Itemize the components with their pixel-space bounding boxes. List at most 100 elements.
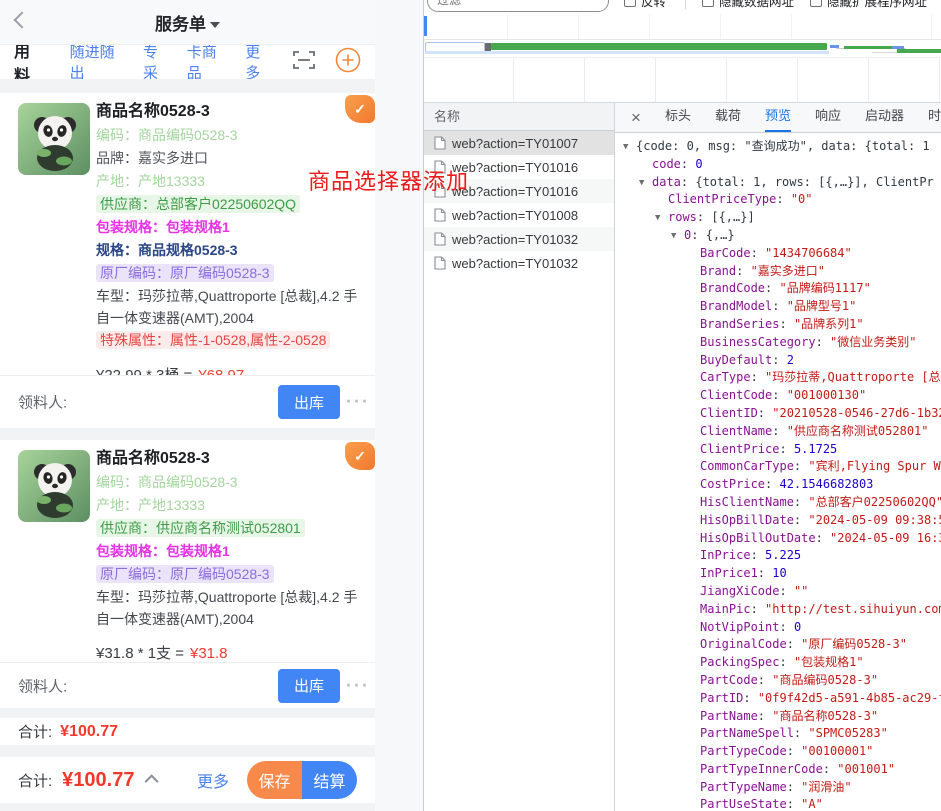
json-tree-line[interactable]: code0 [615, 156, 941, 174]
json-tree-line[interactable]: PackingSpec"包装规格1" [615, 654, 941, 672]
tab-headers[interactable]: 标头 [665, 103, 691, 132]
tab-initiator[interactable]: 启动器 [865, 103, 904, 132]
json-tree-line[interactable]: JiangXiCode"" [615, 583, 941, 601]
json-tree-line[interactable]: ▼data{total: 1, rows: [{,…}], ClientPr [615, 174, 941, 192]
checkbox-icon[interactable] [810, 0, 822, 7]
network-request-row[interactable]: web?action=TY01016 [424, 155, 614, 179]
json-tree-line[interactable]: Brand"嘉实多进口" [615, 263, 941, 281]
add-plus-icon[interactable] [335, 47, 361, 78]
json-tree-line[interactable]: ClientPrice5.1725 [615, 441, 941, 459]
outbound-button[interactable]: 出库 [278, 669, 340, 703]
json-tree-line[interactable]: ClientID"20210528-0546-27d6-1b32- [615, 405, 941, 423]
json-key: BrandSeries [700, 317, 794, 331]
json-tree-line[interactable]: ClientPriceType"0" [615, 191, 941, 209]
expand-arrow-icon[interactable]: ▼ [639, 175, 652, 192]
product-card-2[interactable]: ✓ 商品名称0528-3 编码：商品编码0528-3 产地：产地13333 供应… [0, 440, 375, 662]
overview-bar-green-3 [897, 49, 941, 53]
json-tree-line[interactable]: BrandCode"品牌编码1117" [615, 280, 941, 298]
json-tree-line[interactable]: PartTypeCode"00100001" [615, 743, 941, 761]
tab-link-suijinsuichu[interactable]: 随进随出 [70, 45, 129, 79]
json-tree-line[interactable]: BusinessCategory"微信业务类别" [615, 334, 941, 352]
screenshot-root: 服务单 用料 随进随出 专采 卡商品 更多 [0, 0, 941, 811]
json-tree-line[interactable]: NotVipPoint0 [615, 619, 941, 637]
json-tree-line[interactable]: HisOpBillOutDate"2024-05-09 16:38 [615, 530, 941, 548]
json-tree-line[interactable]: PartUseState"A" [615, 796, 941, 811]
outbound-button[interactable]: 出库 [278, 385, 340, 419]
json-value: "原厂编码0528-3" [801, 637, 907, 651]
more-dots-icon[interactable]: ··· [346, 392, 370, 413]
json-tree-line[interactable]: HisOpBillDate"2024-05-09 09:38:5 [615, 512, 941, 530]
network-request-row[interactable]: web?action=TY01008 [424, 203, 614, 227]
checkbox-label: 隐藏扩展程序网址 [827, 0, 927, 10]
json-value: "品牌编码1117" [779, 281, 870, 295]
json-tree-line[interactable]: PartTypeName"润滑油" [615, 779, 941, 797]
card-body: 商品名称0528-3 编码：商品编码0528-3 产地：产地13333 供应商：… [96, 440, 367, 662]
tab-preview[interactable]: 预览 [765, 103, 791, 132]
json-tree-line[interactable]: BarCode"1434706684" [615, 245, 941, 263]
json-tree-line[interactable]: ▼{code: 0, msg: "查询成功", data: {total: 1 [615, 138, 941, 156]
json-key: PartID [700, 691, 758, 705]
save-button[interactable]: 保存 [247, 761, 302, 799]
expand-arrow-icon[interactable]: ▼ [623, 139, 636, 156]
more-dots-icon[interactable]: ··· [346, 675, 370, 696]
tab-link-more[interactable]: 更多 [245, 45, 275, 79]
tab-link-kashangpin[interactable]: 卡商品 [187, 45, 232, 79]
json-tree-line[interactable]: CommonCarType"宾利,Flying Spur W1 [615, 458, 941, 476]
document-icon [434, 184, 446, 198]
json-tree-line[interactable]: BrandSeries"品牌系列1" [615, 316, 941, 334]
checkbox-label: 反转 [641, 0, 666, 10]
json-tree-line[interactable]: ▼rows[{,…}] [615, 209, 941, 227]
tab-timing[interactable]: 时间 [928, 103, 941, 132]
json-value: "20210528-0546-27d6-1b32- [772, 406, 941, 420]
tab-materials[interactable]: 用料 [14, 45, 46, 79]
network-request-row[interactable]: web?action=TY01032 [424, 227, 614, 251]
json-tree-line[interactable]: PartID"0f9f42d5-a591-4b85-ac29-fa [615, 690, 941, 708]
tab-response[interactable]: 响应 [815, 103, 841, 132]
json-tree-line[interactable]: PartName"商品名称0528-3" [615, 708, 941, 726]
packing-spec-line: 包装规格：包装规格1 [96, 216, 367, 239]
chevron-up-icon[interactable] [145, 774, 159, 788]
json-tree-line[interactable]: BrandModel"品牌型号1" [615, 298, 941, 316]
json-tree-line[interactable]: PartNameSpell"SPMC05283" [615, 725, 941, 743]
checkbox-icon[interactable] [624, 0, 636, 7]
filter-checkbox[interactable]: 隐藏扩展程序网址 [810, 0, 927, 10]
expand-arrow-icon[interactable]: ▼ [671, 228, 684, 245]
json-value: "0f9f42d5-a591-4b85-ac29-fa [758, 691, 941, 705]
more-link[interactable]: 更多 [197, 768, 229, 792]
scan-icon[interactable] [293, 50, 315, 75]
json-tree-line[interactable]: CarType"玛莎拉蒂,Quattroporte [总 [615, 369, 941, 387]
checkbox-icon[interactable] [702, 0, 714, 7]
checkout-button[interactable]: 结算 [302, 761, 357, 799]
expand-arrow-icon[interactable]: ▼ [655, 210, 668, 227]
json-tree-line[interactable]: InPrice5.225 [615, 547, 941, 565]
tab-payload[interactable]: 载荷 [715, 103, 741, 132]
json-key: ClientID [700, 406, 772, 420]
json-tree-line[interactable]: MainPic"http://test.sihuiyun.com [615, 601, 941, 619]
json-key: PartCode [700, 673, 772, 687]
filter-input[interactable] [427, 0, 609, 12]
network-request-row[interactable]: web?action=TY01016 [424, 179, 614, 203]
json-tree-line[interactable]: CostPrice42.1546682803 [615, 476, 941, 494]
filter-checkbox[interactable]: 反转 [624, 0, 686, 10]
picker-label: 领料人: [18, 392, 67, 413]
json-tree-line[interactable]: InPrice110 [615, 565, 941, 583]
waterfall-overview[interactable] [424, 40, 941, 58]
json-tree-line[interactable]: ClientCode"001000130" [615, 387, 941, 405]
name-column-header[interactable]: 名称 [424, 103, 614, 131]
json-tree-line[interactable]: PartTypeInnerCode"001001" [615, 761, 941, 779]
json-tree-line[interactable]: PartCode"商品编码0528-3" [615, 672, 941, 690]
product-card-1[interactable]: ✓ 商品名称0528-3 编码：商品编码0528-3 品牌：嘉实多进口 产地：产… [0, 93, 375, 375]
back-icon[interactable] [14, 12, 31, 29]
json-tree-line[interactable]: ClientName"供应商名称测试052801" [615, 423, 941, 441]
filter-checkbox[interactable]: 隐藏数据网址 [702, 0, 794, 10]
tab-link-zhuancai[interactable]: 专采 [143, 45, 173, 79]
json-tree-line[interactable]: ▼0{,…} [615, 227, 941, 245]
network-request-row[interactable]: web?action=TY01007 [424, 131, 614, 155]
close-icon[interactable]: × [631, 104, 641, 132]
json-tree-line[interactable]: OriginalCode"原厂编码0528-3" [615, 636, 941, 654]
network-request-row[interactable]: web?action=TY01032 [424, 251, 614, 275]
page-title[interactable]: 服务单 [155, 10, 220, 35]
json-tree-line[interactable]: BuyDefault2 [615, 352, 941, 370]
json-tree-line[interactable]: HisClientName"总部客户02250602QQ" [615, 494, 941, 512]
json-key: InPrice [700, 548, 765, 562]
